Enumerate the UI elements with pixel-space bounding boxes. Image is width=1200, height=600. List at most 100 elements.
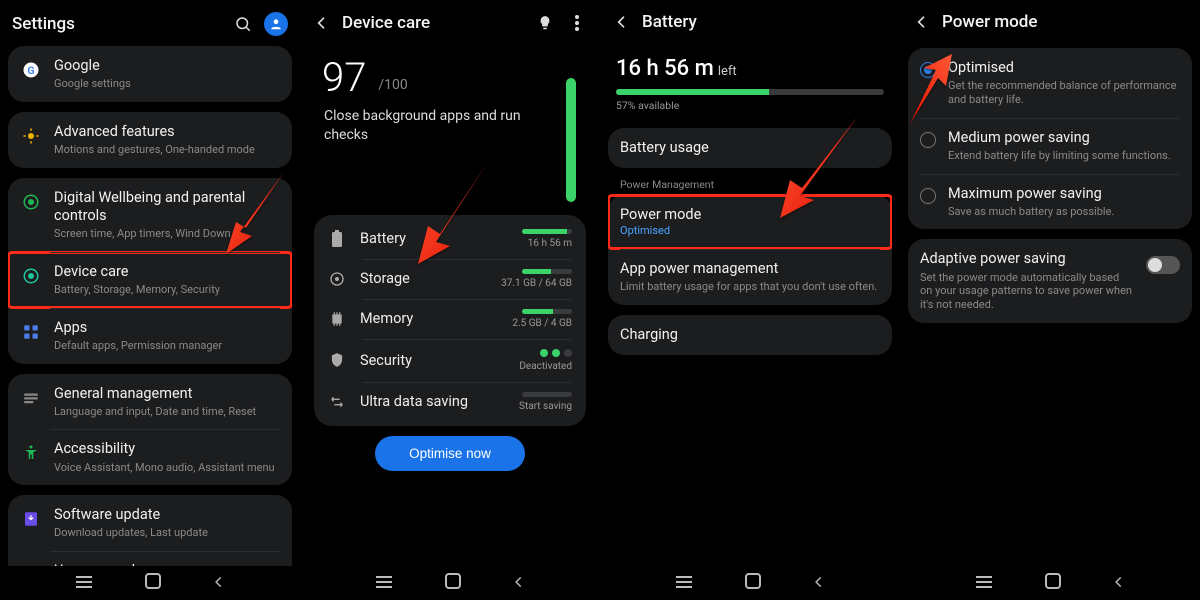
nav-back-icon[interactable] — [1112, 574, 1126, 593]
stat-title: Battery — [360, 230, 488, 247]
header: Power mode — [908, 6, 1192, 42]
charging-card[interactable]: Charging — [608, 315, 892, 355]
page-title: Power mode — [942, 12, 1188, 32]
settings-group: GGoogleGoogle settings — [8, 46, 292, 102]
google-icon: G — [20, 59, 42, 81]
header: Device care — [308, 6, 592, 44]
battery-usage-card[interactable]: Battery usage — [608, 128, 892, 168]
update-icon — [20, 508, 42, 530]
row-title: Device care — [54, 263, 280, 281]
header: Battery — [608, 6, 892, 42]
android-navbar — [908, 566, 1192, 600]
row-subtitle: Default apps, Permission manager — [54, 339, 280, 353]
apps-icon — [20, 321, 42, 343]
section-label: Power Management — [608, 178, 892, 195]
settings-row-advanced[interactable]: Advanced featuresMotions and gestures, O… — [8, 112, 292, 168]
nav-recents-icon[interactable] — [374, 574, 394, 593]
stat-row-data[interactable]: Ultra data savingStart saving — [314, 382, 586, 422]
adaptive-sub: Set the power mode automatically based o… — [920, 271, 1134, 312]
nav-home-icon[interactable] — [445, 573, 461, 593]
battery-percent-label: 57% available — [616, 99, 884, 112]
svg-text:G: G — [27, 64, 34, 77]
nav-home-icon[interactable] — [145, 573, 161, 593]
row-title: Apps — [54, 319, 280, 337]
tip-icon[interactable] — [534, 12, 556, 34]
nav-back-icon[interactable] — [812, 574, 826, 593]
settings-row-apps[interactable]: Apps Default apps, Permission manager — [8, 308, 292, 364]
app-power-sub: Limit battery usage for apps that you do… — [620, 280, 880, 294]
stat-value: 16 h 56 m — [528, 238, 572, 249]
nav-recents-icon[interactable] — [674, 574, 694, 593]
nav-home-icon[interactable] — [745, 573, 761, 593]
row-subtitle: Language and input, Date and time, Reset — [54, 405, 280, 419]
back-icon[interactable] — [312, 13, 332, 33]
radio-icon[interactable] — [920, 188, 936, 204]
row-title: User manual — [54, 562, 280, 566]
more-icon[interactable] — [566, 12, 588, 34]
adaptive-power-card: Adaptive power saving Set the power mode… — [908, 239, 1192, 322]
score-bar — [566, 78, 576, 202]
stat-value: Deactivated — [519, 361, 572, 372]
row-subtitle: Motions and gestures, One-handed mode — [54, 143, 280, 157]
row-title: Digital Wellbeing and parental controls — [54, 189, 280, 225]
stat-row-memory[interactable]: Memory2.5 GB / 4 GB — [314, 299, 586, 339]
accessibility-icon — [20, 442, 42, 464]
security-icon — [328, 351, 346, 369]
stat-row-security[interactable]: SecurityDeactivated — [314, 339, 586, 382]
screen-power-mode: Power mode OptimisedGet the recommended … — [900, 0, 1200, 600]
row-subtitle: Download updates, Last update — [54, 526, 280, 540]
stat-bar — [522, 229, 572, 234]
power-mode-row[interactable]: Power mode Optimised — [608, 195, 892, 249]
power-option-row[interactable]: Maximum power savingSave as much battery… — [908, 174, 1192, 230]
nav-back-icon[interactable] — [212, 574, 226, 593]
option-title: Optimised — [948, 59, 1180, 77]
row-subtitle: Screen time, App timers, Wind Down — [54, 227, 280, 241]
search-icon[interactable] — [232, 13, 254, 35]
devicecare-icon — [20, 265, 42, 287]
score-message: Close background apps and run checks — [308, 107, 592, 161]
android-navbar — [308, 566, 592, 600]
nav-recents-icon[interactable] — [974, 574, 994, 593]
row-title: General management — [54, 385, 280, 403]
data-icon — [328, 393, 346, 411]
option-sub: Extend battery life by limiting some fun… — [948, 149, 1180, 163]
account-avatar[interactable] — [264, 12, 288, 36]
radio-icon[interactable] — [920, 132, 936, 148]
settings-row-manual[interactable]: ?User manualUser manual — [8, 551, 292, 566]
screen-device-care: Device care 97 /100 Close background app… — [300, 0, 600, 600]
score-total: /100 — [378, 77, 407, 93]
stat-row-storage[interactable]: Storage37.1 GB / 64 GB — [314, 259, 586, 299]
device-score: 97 /100 — [308, 44, 592, 107]
nav-home-icon[interactable] — [1045, 573, 1061, 593]
settings-row-wellbeing[interactable]: Digital Wellbeing and parental controls S… — [8, 178, 292, 252]
back-icon[interactable] — [612, 12, 632, 32]
storage-icon — [328, 270, 346, 288]
app-power-title: App power management — [620, 260, 880, 278]
power-option-row[interactable]: OptimisedGet the recommended balance of … — [908, 48, 1192, 118]
row-title: Accessibility — [54, 440, 280, 458]
nav-back-icon[interactable] — [512, 574, 526, 593]
adaptive-toggle[interactable] — [1146, 256, 1180, 274]
optimise-button[interactable]: Optimise now — [375, 436, 525, 471]
screen-battery: Battery 16 h 56 mleft 57% available Batt… — [600, 0, 900, 600]
settings-group: Advanced featuresMotions and gestures, O… — [8, 112, 292, 168]
settings-row-update[interactable]: Software updateDownload updates, Last up… — [8, 495, 292, 551]
adaptive-power-row[interactable]: Adaptive power saving Set the power mode… — [908, 239, 1192, 322]
battery-usage-label: Battery usage — [620, 139, 880, 157]
nav-recents-icon[interactable] — [74, 574, 94, 593]
android-navbar — [8, 566, 292, 600]
power-option-row[interactable]: Medium power savingExtend battery life b… — [908, 118, 1192, 174]
power-mode-value: Optimised — [620, 224, 880, 238]
page-title: Battery — [642, 12, 888, 32]
settings-group: Digital Wellbeing and parental controls S… — [8, 178, 292, 364]
app-power-row[interactable]: App power management Limit battery usage… — [608, 249, 892, 305]
settings-row-accessibility[interactable]: AccessibilityVoice Assistant, Mono audio… — [8, 429, 292, 485]
screen-settings: Settings GGoogleGoogle settings Advanced … — [0, 0, 300, 600]
settings-row-devicecare[interactable]: Device careBattery, Storage, Memory, Sec… — [8, 252, 292, 308]
stat-row-battery[interactable]: Battery 16 h 56 m — [314, 219, 586, 259]
radio-icon[interactable] — [920, 62, 936, 78]
settings-row-general[interactable]: General management Language and input, Da… — [8, 374, 292, 430]
settings-row-google[interactable]: GGoogleGoogle settings — [8, 46, 292, 102]
header: Settings — [8, 6, 292, 46]
back-icon[interactable] — [912, 12, 932, 32]
